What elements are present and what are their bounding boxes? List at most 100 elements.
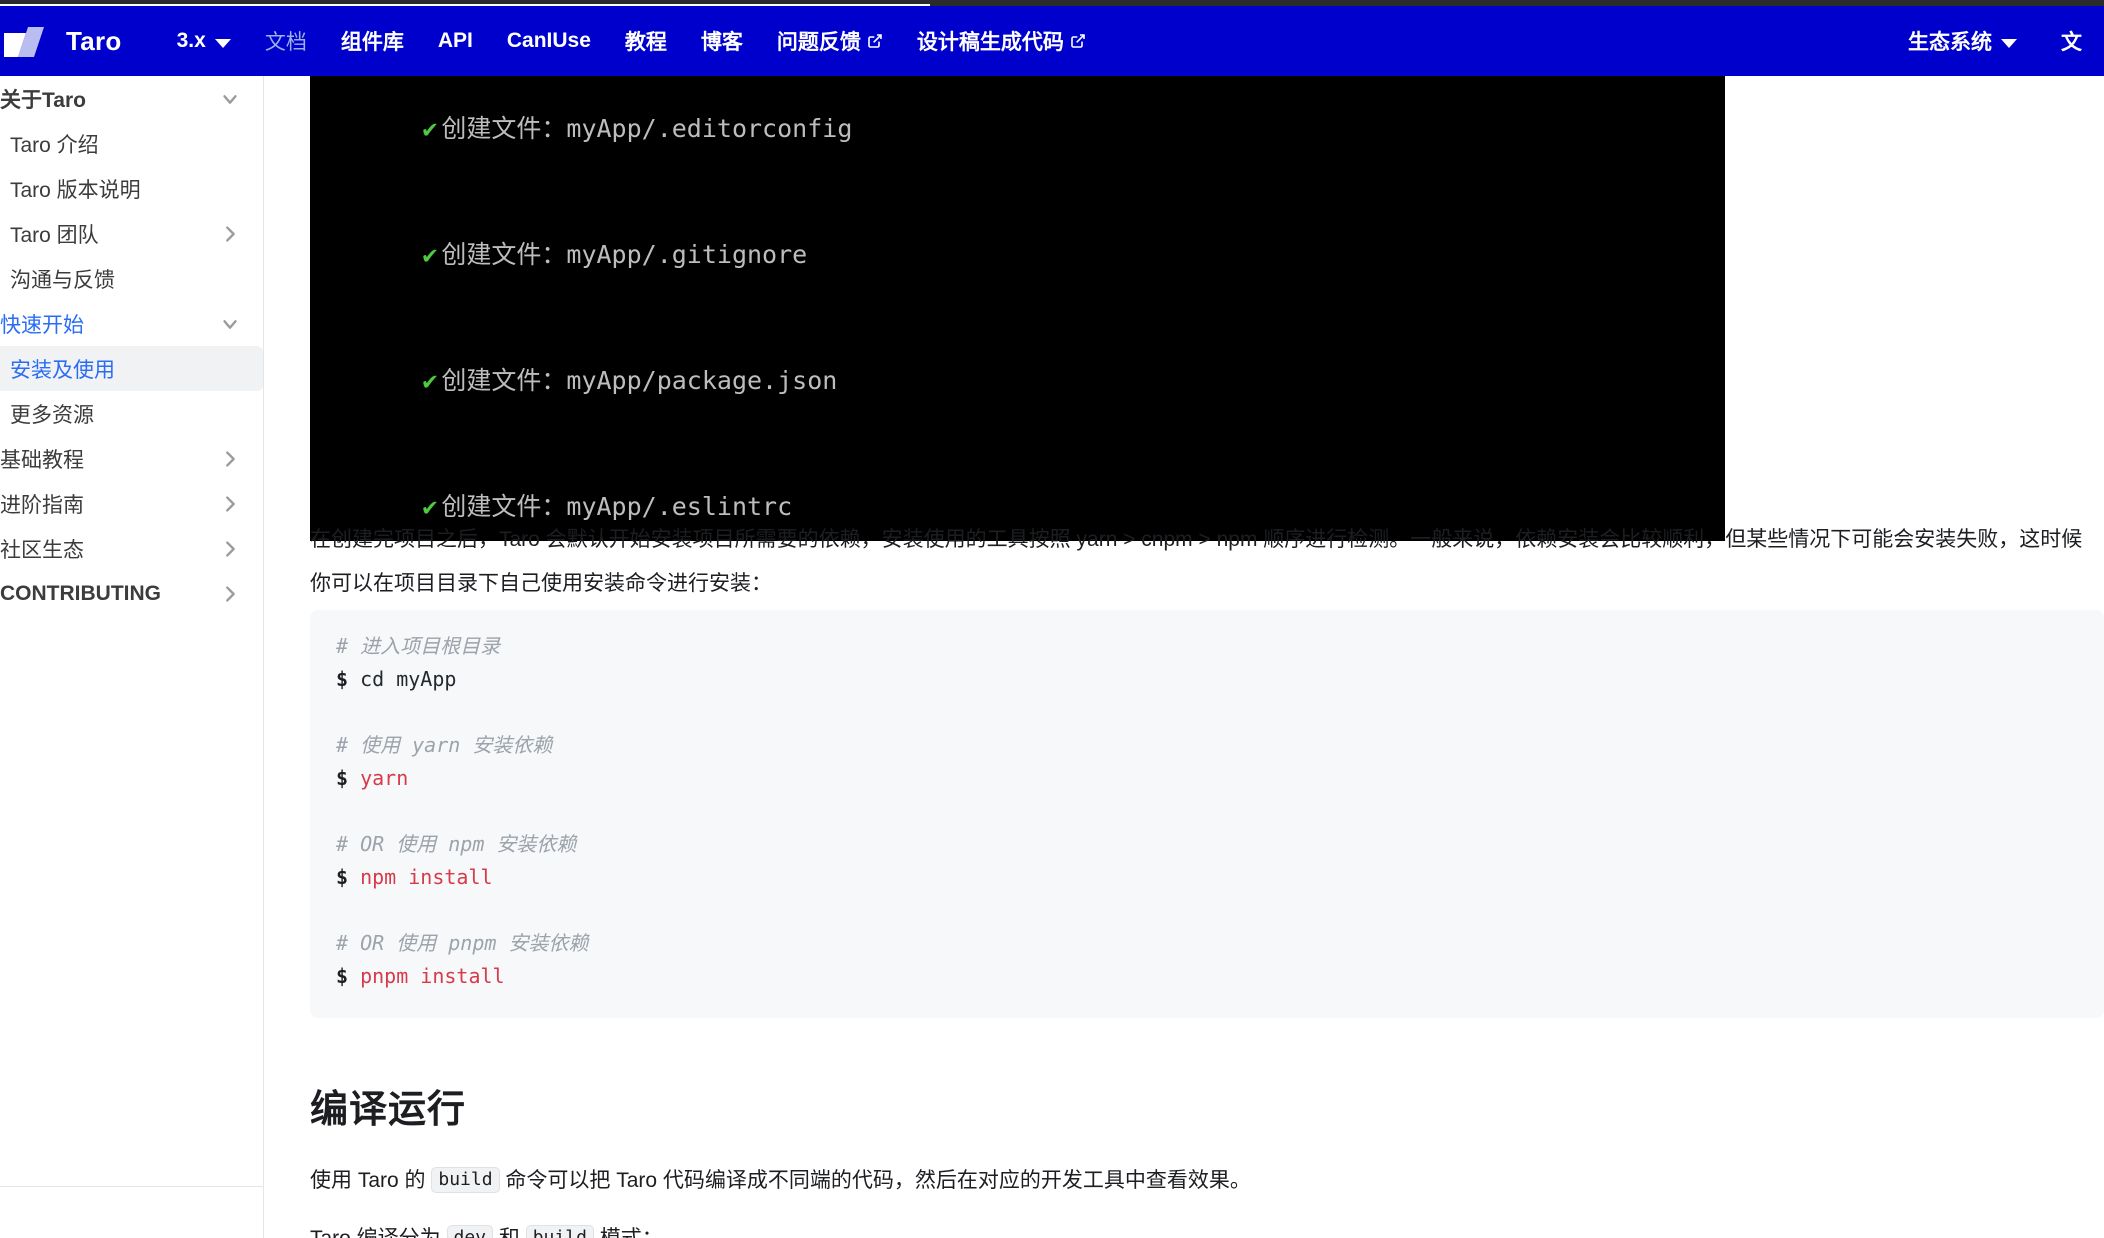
install-commands-code-block[interactable]: # 进入项目根目录 $ cd myApp # 使用 yarn 安装依赖 $ ya…	[310, 610, 2104, 1018]
chevron-right-icon	[219, 583, 241, 605]
sidebar-item-label: Taro 版本说明	[10, 178, 141, 202]
nav-item-label: CanIUse	[506, 29, 591, 52]
brand-home-link[interactable]: Taro	[4, 19, 122, 63]
chevron-down-icon	[214, 38, 231, 48]
nav-item-tutorial[interactable]: 教程	[608, 26, 684, 56]
sidebar-item-taro-intro[interactable]: Taro 介绍	[0, 121, 263, 166]
check-icon: ✔	[422, 366, 438, 395]
sidebar-item-label: CONTRIBUTING	[0, 581, 161, 605]
section-heading-compile-run: 编译运行	[310, 1089, 467, 1131]
nav-version-label: 3.x	[176, 29, 206, 52]
code-keyword: yarn	[360, 766, 409, 790]
chevron-right-icon	[219, 493, 241, 515]
paragraph-text: 模式：	[594, 1227, 663, 1238]
nav-item-api[interactable]: API	[421, 29, 490, 53]
nav-item-ecosystem[interactable]: 生态系统	[1886, 26, 2039, 56]
nav-version-dropdown[interactable]: 3.x	[160, 29, 248, 53]
nav-item-label: 问题反馈	[776, 31, 861, 54]
code-plain	[348, 964, 360, 988]
code-command-line: $ npm install	[336, 861, 2078, 894]
sidebar-item-quick-start[interactable]: 快速开始	[0, 301, 263, 346]
nav-item-docs[interactable]: 文档	[248, 26, 324, 56]
terminal-line: ✔ 创建文件：myApp/.editorconfig	[332, 76, 1703, 192]
sidebar-item-community[interactable]: 社区生态	[0, 526, 263, 571]
code-command-line: $ yarn	[336, 762, 2078, 795]
sidebar-divider	[0, 1186, 263, 1187]
sidebar-item-advanced-guide[interactable]: 进阶指南	[0, 481, 263, 526]
code-plain	[348, 766, 360, 790]
sidebar-item-label: 安装及使用	[10, 358, 115, 382]
shell-prompt: $	[336, 964, 349, 988]
modes-description-paragraph: Taro 编译分为 dev 和 build 模式：	[310, 1216, 2100, 1238]
external-link-icon	[1070, 31, 1086, 48]
check-icon: ✔	[422, 492, 438, 521]
paragraph-text: 使用 Taro 的	[310, 1169, 432, 1192]
code-comment: # OR 使用 pnpm 安装依赖	[336, 931, 589, 955]
nav-item-components[interactable]: 组件库	[324, 26, 421, 56]
nav-item-issues[interactable]: 问题反馈	[760, 26, 900, 56]
check-icon: ✔	[422, 240, 438, 269]
nav-item-label: 教程	[624, 31, 667, 54]
sidebar-item-more-resources[interactable]: 更多资源	[0, 391, 263, 436]
main-content: ✔ 创建文件：myApp/.editorconfig ✔ 创建文件：myApp/.g…	[265, 76, 2104, 1238]
sidebar-item-basic-tutorial[interactable]: 基础教程	[0, 436, 263, 481]
terminal-line-label: 创建文件：	[441, 240, 567, 269]
nav-item-language[interactable]: 文	[2039, 26, 2104, 56]
check-icon: ✔	[422, 114, 438, 143]
shell-prompt: $	[336, 865, 349, 889]
sidebar-item-label: 基础教程	[0, 448, 84, 472]
chevron-right-icon	[219, 223, 241, 245]
shell-prompt: $	[336, 766, 349, 790]
nav-item-label: API	[437, 29, 473, 52]
navbar-links: 3.x 文档 组件库 API CanIUse 教程 博客 问题反馈 设计稿生成代…	[160, 26, 1103, 56]
sidebar-item-taro-team[interactable]: Taro 团队	[0, 211, 263, 256]
nav-item-caniuse[interactable]: CanIUse	[490, 29, 608, 53]
code-keyword: npm install	[360, 865, 493, 889]
inline-code-build: build	[525, 1225, 594, 1238]
terminal-line: ✔ 创建文件：myApp/package.json	[332, 318, 1703, 444]
nav-item-label: 文	[2061, 31, 2082, 54]
taro-logo-icon	[4, 19, 62, 63]
terminal-output-block: ✔ 创建文件：myApp/.editorconfig ✔ 创建文件：myApp/.g…	[310, 76, 1725, 541]
code-comment: # 进入项目根目录	[336, 634, 501, 658]
sidebar-item-taro-versions[interactable]: Taro 版本说明	[0, 166, 263, 211]
sidebar-item-label: 更多资源	[10, 403, 94, 427]
brand-title: Taro	[66, 25, 122, 56]
terminal-line-label: 创建文件：	[441, 114, 567, 143]
nav-item-blog[interactable]: 博客	[684, 26, 760, 56]
terminal-line: ✔ 创建文件：myApp/.gitignore	[332, 192, 1703, 318]
code-command-line: $ cd myApp	[336, 663, 2078, 696]
nav-item-label: 设计稿生成代码	[916, 31, 1064, 54]
shell-prompt: $	[336, 667, 349, 691]
terminal-line-path: myApp/package.json	[566, 366, 838, 395]
paragraph-text: 和	[493, 1227, 526, 1238]
paragraph-text: 命令可以把 Taro 代码编译成不同端的代码，然后在对应的开发工具中查看效果。	[499, 1169, 1251, 1192]
chevron-down-icon	[2001, 38, 2017, 48]
sidebar-item-contributing[interactable]: CONTRIBUTING	[0, 571, 263, 616]
sidebar-item-label: Taro 介绍	[10, 133, 99, 157]
sidebar-item-communication[interactable]: 沟通与反馈	[0, 256, 263, 301]
navbar-right-links: 生态系统 文	[1886, 6, 2104, 76]
terminal-line-path: myApp/.editorconfig	[566, 114, 853, 143]
nav-item-design-to-code[interactable]: 设计稿生成代码	[900, 26, 1103, 56]
chevron-down-icon	[219, 313, 241, 335]
nav-item-label: 博客	[700, 31, 743, 54]
inline-code-dev: dev	[446, 1225, 494, 1238]
build-description-paragraph: 使用 Taro 的 build 命令可以把 Taro 代码编译成不同端的代码，然…	[310, 1158, 2100, 1203]
nav-item-label: 文档	[264, 31, 307, 54]
code-comment: # 使用 yarn 安装依赖	[336, 733, 553, 757]
sidebar-item-label: 关于Taro	[0, 88, 86, 112]
inline-code-build: build	[431, 1167, 500, 1193]
chevron-right-icon	[219, 448, 241, 470]
sidebar-item-install-and-use[interactable]: 安装及使用	[0, 346, 263, 391]
docs-sidebar[interactable]: 关于Taro Taro 介绍 Taro 版本说明 Taro 团队 沟通与反馈 快…	[0, 76, 264, 1238]
top-navbar: Taro 3.x 文档 组件库 API CanIUse 教程 博客 问题反馈 设…	[0, 6, 2104, 76]
terminal-line-label: 创建文件：	[441, 492, 567, 521]
terminal-line-label: 创建文件：	[441, 366, 567, 395]
nav-item-label: 组件库	[340, 31, 404, 54]
sidebar-item-label: Taro 团队	[10, 223, 99, 247]
sidebar-item-about-taro[interactable]: 关于Taro	[0, 76, 263, 121]
code-keyword: pnpm install	[360, 964, 505, 988]
